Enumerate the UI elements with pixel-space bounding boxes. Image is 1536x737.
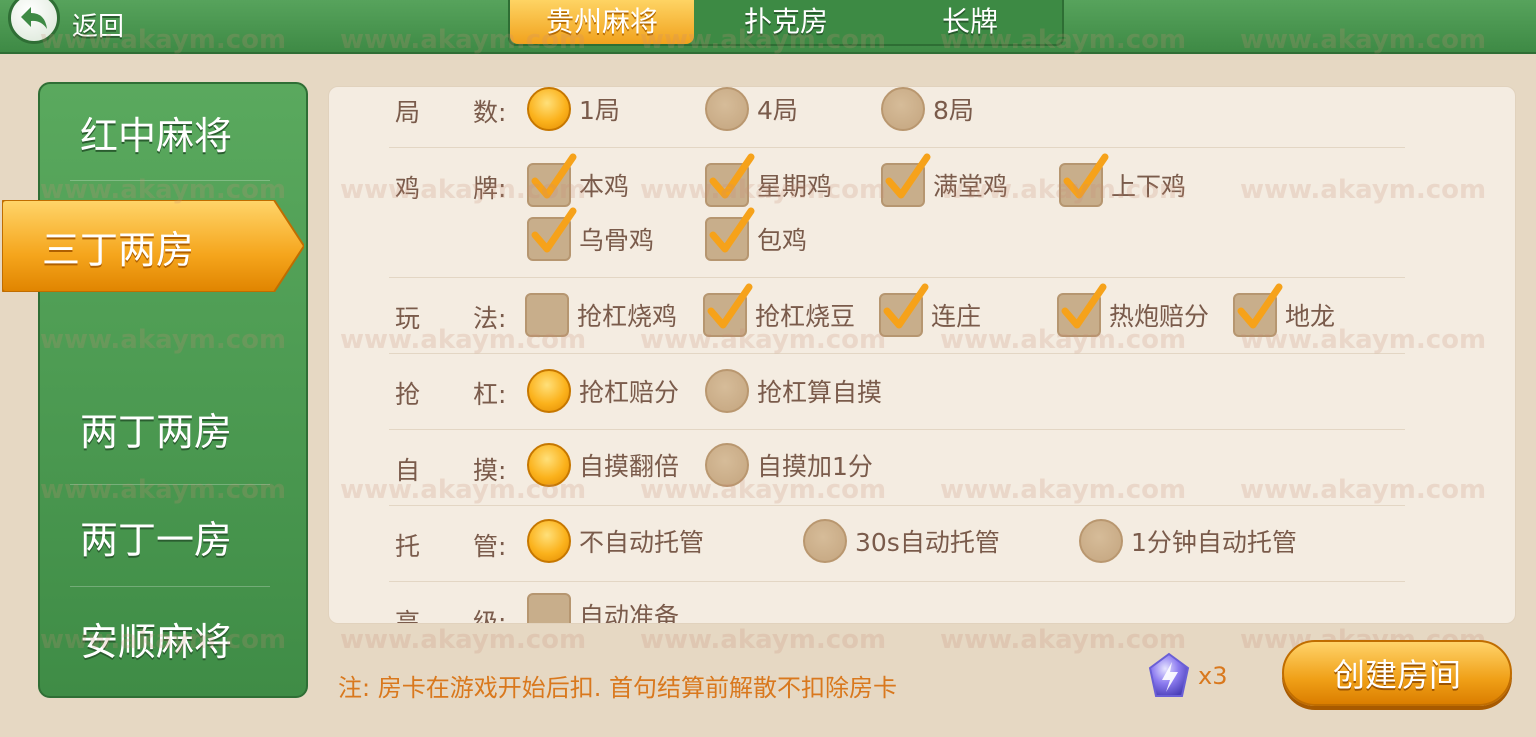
- checkbox-checked[interactable]: [705, 153, 755, 207]
- checkmark-icon: [885, 153, 931, 199]
- checkmark-icon: [707, 283, 753, 329]
- checkbox-checked[interactable]: [705, 207, 755, 261]
- chicken-option-wugu[interactable]: 乌骨鸡: [527, 207, 654, 261]
- chicken-option-mantang[interactable]: 满堂鸡: [881, 153, 1008, 207]
- room-card-gem-icon: [1148, 652, 1190, 697]
- watermark-text: www.akaym.com: [340, 625, 586, 655]
- divider: [389, 505, 1405, 506]
- sidebar-item-liangding-yifang[interactable]: 两丁一房: [40, 488, 306, 584]
- checkmark-icon: [709, 207, 755, 253]
- checkbox-checked[interactable]: [1233, 283, 1283, 337]
- divider: [389, 147, 1405, 148]
- play-option-lianzhuang[interactable]: 连庄: [879, 283, 981, 337]
- sidebar-item-label: 三丁两房: [42, 227, 195, 272]
- rob-kong-option-zimo[interactable]: 抢杠算自摸: [705, 369, 882, 413]
- divider: [389, 353, 1405, 354]
- divider: [389, 581, 1405, 582]
- checkbox-checked[interactable]: [1057, 283, 1107, 337]
- checkmark-icon: [1061, 283, 1107, 329]
- checkmark-icon: [1063, 153, 1109, 199]
- rounds-option-8[interactable]: 8局: [881, 87, 974, 131]
- tab-long-cards[interactable]: 长牌: [878, 0, 1062, 44]
- auto-play-option-30s[interactable]: 30s自动托管: [803, 519, 1000, 563]
- radio-unselected[interactable]: [705, 87, 749, 131]
- radio-selected[interactable]: [527, 87, 571, 131]
- radio-selected[interactable]: [527, 369, 571, 413]
- divider: [389, 277, 1405, 278]
- radio-unselected[interactable]: [803, 519, 847, 563]
- sidebar-divider: [70, 180, 270, 181]
- tab-poker-room[interactable]: 扑克房: [694, 0, 878, 44]
- chicken-option-bao[interactable]: 包鸡: [705, 207, 807, 261]
- settings-panel: 局数: 1局 4局 8局 鸡牌: 本鸡 星期鸡 满堂鸡 上下鸡 乌骨鸡 包鸡 玩…: [328, 86, 1516, 624]
- sidebar-item-anshun[interactable]: 安顺麻将: [40, 590, 306, 686]
- rounds-option-1[interactable]: 1局: [527, 87, 620, 131]
- mode-sidebar: 红中麻将 闷胡血流 两丁两房 两丁一房 安顺麻将: [38, 82, 308, 698]
- radio-unselected[interactable]: [705, 369, 749, 413]
- back-arrow-icon[interactable]: [8, 0, 60, 44]
- radio-selected[interactable]: [527, 443, 571, 487]
- watermark-text: www.akaym.com: [640, 625, 886, 655]
- checkbox-checked[interactable]: [1059, 153, 1109, 207]
- radio-selected[interactable]: [527, 519, 571, 563]
- checkmark-icon: [1237, 283, 1283, 329]
- top-bar: 返回 贵州麻将 扑克房 长牌: [0, 0, 1536, 54]
- checkbox-checked[interactable]: [881, 153, 931, 207]
- sidebar-item-hongzhong[interactable]: 红中麻将: [40, 84, 306, 180]
- game-tabs: 贵州麻将 扑克房 长牌: [508, 0, 1064, 46]
- rob-kong-option-peifen[interactable]: 抢杠赔分: [527, 369, 679, 413]
- play-option-dilong[interactable]: 地龙: [1233, 283, 1335, 337]
- advanced-option-auto-ready[interactable]: 自动准备: [527, 593, 679, 623]
- checkbox-unchecked[interactable]: [527, 593, 571, 623]
- radio-unselected[interactable]: [705, 443, 749, 487]
- room-card-note: 注: 房卡在游戏开始后扣. 首句结算前解散不扣除房卡: [338, 674, 897, 702]
- checkmark-icon: [883, 283, 929, 329]
- sidebar-divider: [70, 586, 270, 587]
- sidebar-divider: [70, 484, 270, 485]
- back-label[interactable]: 返回: [72, 6, 124, 43]
- auto-play-option-1min[interactable]: 1分钟自动托管: [1079, 519, 1297, 563]
- auto-play-option-off[interactable]: 不自动托管: [527, 519, 704, 563]
- checkbox-checked[interactable]: [527, 153, 577, 207]
- divider: [389, 429, 1405, 430]
- checkbox-checked[interactable]: [703, 283, 753, 337]
- radio-unselected[interactable]: [1079, 519, 1123, 563]
- create-room-button[interactable]: 创建房间: [1282, 640, 1512, 706]
- rounds-option-4[interactable]: 4局: [705, 87, 798, 131]
- checkbox-checked[interactable]: [879, 283, 929, 337]
- chicken-option-xingqi[interactable]: 星期鸡: [705, 153, 832, 207]
- chicken-option-shangxia[interactable]: 上下鸡: [1059, 153, 1186, 207]
- room-card-count: x3: [1198, 662, 1228, 690]
- watermark-text: www.akaym.com: [940, 625, 1186, 655]
- chicken-option-benji[interactable]: 本鸡: [527, 153, 629, 207]
- back-button[interactable]: 返回: [8, 0, 124, 44]
- play-option-repaopeifen[interactable]: 热炮赔分: [1057, 283, 1209, 337]
- checkmark-icon: [531, 207, 577, 253]
- play-option-qiangganshaoji[interactable]: 抢杠烧鸡: [525, 293, 677, 337]
- checkmark-icon: [531, 153, 577, 199]
- sidebar-item-sanding-liangfang[interactable]: 三丁两房: [1, 199, 306, 293]
- checkbox-unchecked[interactable]: [525, 293, 569, 337]
- sidebar-item-liangding-liangfang[interactable]: 两丁两房: [40, 380, 306, 476]
- checkbox-checked[interactable]: [527, 207, 577, 261]
- checkmark-icon: [709, 153, 755, 199]
- tab-guizhou-mahjong[interactable]: 贵州麻将: [510, 0, 694, 44]
- self-draw-option-double[interactable]: 自摸翻倍: [527, 443, 679, 487]
- play-option-qiangganshaodou[interactable]: 抢杠烧豆: [703, 283, 855, 337]
- self-draw-option-plus-one[interactable]: 自摸加1分: [705, 443, 873, 487]
- radio-unselected[interactable]: [881, 87, 925, 131]
